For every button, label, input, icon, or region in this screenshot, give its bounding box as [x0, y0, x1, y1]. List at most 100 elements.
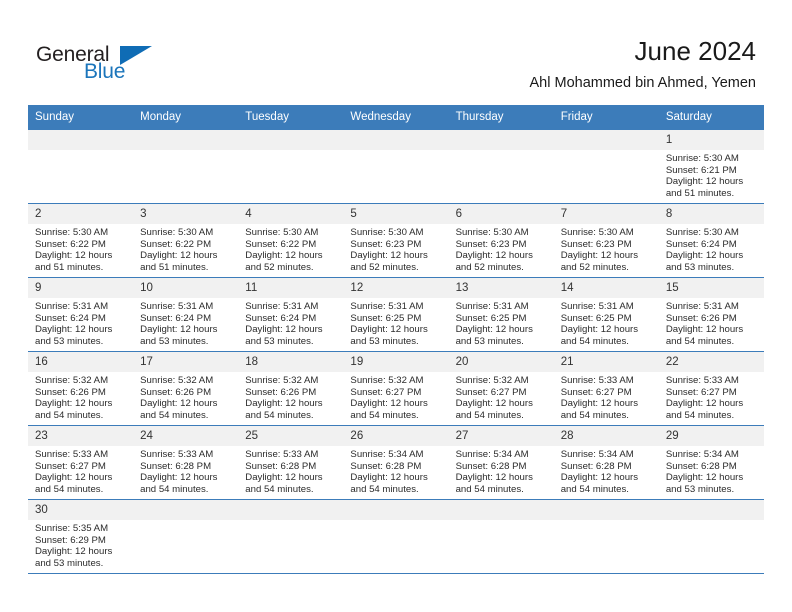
- calendar-day-cell[interactable]: 27 Sunrise: 5:34 AM Sunset: 6:28 PM Dayligh…: [448, 425, 554, 500]
- calendar-empty-cell: [448, 499, 554, 574]
- calendar-day-cell[interactable]: 13 Sunrise: 5:31 AM Sunset: 6:25 PM Dayligh…: [448, 277, 554, 352]
- calendar-day-cell[interactable]: 23 Sunrise: 5:33 AM Sunset: 6:27 PM Dayligh…: [28, 425, 134, 500]
- calendar-day-cell[interactable]: 21 Sunrise: 5:33 AM Sunset: 6:27 PM Dayligh…: [553, 351, 659, 426]
- daylight-text-line2: and 52 minutes.: [350, 261, 419, 273]
- day-astro-info: Sunrise: 5:31 AM Sunset: 6:25 PM Daylight:…: [343, 298, 448, 347]
- calendar-day-cell[interactable]: 14 Sunrise: 5:31 AM Sunset: 6:25 PM Dayligh…: [553, 277, 659, 352]
- sunrise-text: Sunrise: 5:30 AM: [140, 227, 214, 238]
- sunrise-text: Sunrise: 5:31 AM: [350, 301, 424, 312]
- daylight-text-line2: and 54 minutes.: [140, 483, 209, 495]
- sunrise-text: Sunrise: 5:33 AM: [245, 449, 319, 460]
- calendar-empty-cell: [448, 130, 554, 204]
- calendar-day-cell[interactable]: 5 Sunrise: 5:30 AM Sunset: 6:23 PM Daylight…: [343, 203, 449, 278]
- day-astro-info: Sunrise: 5:31 AM Sunset: 6:25 PM Daylight:…: [554, 298, 659, 347]
- daylight-text-line1: Daylight: 12 hours: [35, 546, 113, 558]
- calendar-day-cell[interactable]: 12 Sunrise: 5:31 AM Sunset: 6:25 PM Dayligh…: [343, 277, 449, 352]
- day-cell-content: 4 Sunrise: 5:30 AM Sunset: 6:22 PM Daylight…: [238, 204, 344, 277]
- daylight-text-line2: and 53 minutes.: [35, 557, 104, 569]
- calendar-empty-cell: [28, 130, 134, 204]
- day-number: 3: [133, 204, 239, 224]
- day-number: 18: [238, 352, 344, 372]
- day-number: [133, 130, 239, 150]
- day-astro-info: Sunrise: 5:34 AM Sunset: 6:28 PM Daylight:…: [554, 446, 659, 495]
- sunset-text: Sunset: 6:24 PM: [665, 238, 737, 250]
- day-cell-content: [658, 500, 764, 573]
- calendar-day-cell[interactable]: 11 Sunrise: 5:31 AM Sunset: 6:24 PM Dayligh…: [238, 277, 344, 352]
- daylight-text-line2: and 54 minutes.: [455, 409, 524, 421]
- sunset-text: Sunset: 6:25 PM: [455, 312, 527, 324]
- calendar-day-cell[interactable]: 25 Sunrise: 5:33 AM Sunset: 6:28 PM Dayligh…: [238, 425, 344, 500]
- calendar-day-cell[interactable]: 7 Sunrise: 5:30 AM Sunset: 6:23 PM Daylight…: [553, 203, 659, 278]
- sunrise-text: Sunrise: 5:30 AM: [560, 227, 634, 238]
- daylight-text-line1: Daylight: 12 hours: [665, 472, 744, 484]
- calendar-day-cell[interactable]: 20 Sunrise: 5:32 AM Sunset: 6:27 PM Dayligh…: [448, 351, 554, 426]
- daylight-text-line2: and 53 minutes.: [455, 335, 524, 347]
- calendar-week-row: 30 Sunrise: 5:35 AM Sunset: 6:29 PM Dayligh…: [28, 499, 764, 574]
- sunset-text: Sunset: 6:26 PM: [665, 312, 737, 324]
- sunset-text: Sunset: 6:23 PM: [560, 238, 632, 250]
- daylight-text-line2: and 51 minutes.: [140, 261, 209, 273]
- calendar-day-cell[interactable]: 4 Sunrise: 5:30 AM Sunset: 6:22 PM Daylight…: [238, 203, 344, 278]
- day-number: 2: [28, 204, 134, 224]
- calendar-day-cell[interactable]: 19 Sunrise: 5:32 AM Sunset: 6:27 PM Dayligh…: [343, 351, 449, 426]
- calendar-day-cell[interactable]: 18 Sunrise: 5:32 AM Sunset: 6:26 PM Dayligh…: [238, 351, 344, 426]
- daylight-text-line2: and 52 minutes.: [245, 261, 314, 273]
- calendar-empty-cell: [238, 499, 344, 574]
- calendar-day-cell[interactable]: 3 Sunrise: 5:30 AM Sunset: 6:22 PM Daylight…: [133, 203, 239, 278]
- calendar-day-cell[interactable]: 30 Sunrise: 5:35 AM Sunset: 6:29 PM Dayligh…: [28, 499, 134, 574]
- calendar-day-cell[interactable]: 17 Sunrise: 5:32 AM Sunset: 6:26 PM Dayligh…: [133, 351, 239, 426]
- daylight-text-line2: and 52 minutes.: [560, 261, 629, 273]
- day-number: 28: [553, 426, 659, 446]
- sunrise-text: Sunrise: 5:30 AM: [245, 227, 319, 238]
- sunrise-text: Sunrise: 5:32 AM: [350, 375, 424, 386]
- calendar-day-cell[interactable]: 24 Sunrise: 5:33 AM Sunset: 6:28 PM Dayligh…: [133, 425, 239, 500]
- daylight-text-line1: Daylight: 12 hours: [665, 398, 744, 410]
- day-cell-content: 14 Sunrise: 5:31 AM Sunset: 6:25 PM Dayligh…: [553, 278, 659, 351]
- sunrise-sunset-calendar: Sunday Monday Tuesday Wednesday Thursday…: [28, 105, 764, 574]
- calendar-empty-cell: [133, 130, 239, 204]
- day-number: 8: [658, 204, 764, 224]
- sunrise-text: Sunrise: 5:31 AM: [455, 301, 529, 312]
- calendar-body: 1 Sunrise: 5:30 AM Sunset: 6:21 PM Daylight…: [28, 130, 764, 574]
- calendar-day-cell[interactable]: 29 Sunrise: 5:34 AM Sunset: 6:28 PM Dayligh…: [658, 425, 764, 500]
- day-number: 9: [28, 278, 134, 298]
- calendar-day-cell[interactable]: 22 Sunrise: 5:33 AM Sunset: 6:27 PM Dayligh…: [658, 351, 764, 426]
- calendar-week-row: 9 Sunrise: 5:31 AM Sunset: 6:24 PM Daylight…: [28, 277, 764, 352]
- day-astro-info: Sunrise: 5:30 AM Sunset: 6:22 PM Daylight:…: [28, 224, 133, 273]
- calendar-day-cell[interactable]: 10 Sunrise: 5:31 AM Sunset: 6:24 PM Dayligh…: [133, 277, 239, 352]
- sunrise-text: Sunrise: 5:33 AM: [560, 375, 634, 386]
- day-cell-content: 15 Sunrise: 5:31 AM Sunset: 6:26 PM Dayligh…: [658, 278, 764, 351]
- day-number: [133, 500, 239, 520]
- daylight-text-line1: Daylight: 12 hours: [35, 472, 113, 484]
- calendar-day-cell[interactable]: 8 Sunrise: 5:30 AM Sunset: 6:24 PM Daylight…: [658, 203, 764, 278]
- sunrise-text: Sunrise: 5:34 AM: [560, 449, 634, 460]
- general-blue-logo[interactable]: General Blue: [36, 44, 156, 88]
- day-cell-content: 13 Sunrise: 5:31 AM Sunset: 6:25 PM Dayligh…: [448, 278, 554, 351]
- day-cell-content: [553, 500, 659, 573]
- sunrise-text: Sunrise: 5:31 AM: [665, 301, 739, 312]
- calendar-day-cell[interactable]: 26 Sunrise: 5:34 AM Sunset: 6:28 PM Dayligh…: [343, 425, 449, 500]
- sunset-text: Sunset: 6:24 PM: [245, 312, 317, 324]
- calendar-day-cell[interactable]: 15 Sunrise: 5:31 AM Sunset: 6:26 PM Dayligh…: [658, 277, 764, 352]
- day-number: 26: [343, 426, 449, 446]
- calendar-day-cell[interactable]: 16 Sunrise: 5:32 AM Sunset: 6:26 PM Dayligh…: [28, 351, 134, 426]
- sunset-text: Sunset: 6:28 PM: [455, 460, 527, 472]
- daylight-text-line1: Daylight: 12 hours: [245, 398, 323, 410]
- calendar-day-cell[interactable]: 1 Sunrise: 5:30 AM Sunset: 6:21 PM Daylight…: [658, 130, 764, 204]
- day-astro-info: Sunrise: 5:33 AM Sunset: 6:27 PM Daylight:…: [28, 446, 133, 495]
- calendar-day-cell[interactable]: 28 Sunrise: 5:34 AM Sunset: 6:28 PM Dayligh…: [553, 425, 659, 500]
- day-number: 22: [658, 352, 764, 372]
- calendar-day-cell[interactable]: 2 Sunrise: 5:30 AM Sunset: 6:22 PM Daylight…: [28, 203, 134, 278]
- day-number: 30: [28, 500, 134, 520]
- day-astro-info: Sunrise: 5:31 AM Sunset: 6:26 PM Daylight:…: [659, 298, 764, 347]
- sunrise-text: Sunrise: 5:30 AM: [35, 227, 109, 238]
- day-cell-content: 8 Sunrise: 5:30 AM Sunset: 6:24 PM Daylight…: [658, 204, 764, 277]
- day-cell-content: [238, 130, 344, 203]
- calendar-day-cell[interactable]: 6 Sunrise: 5:30 AM Sunset: 6:23 PM Daylight…: [448, 203, 554, 278]
- sunset-text: Sunset: 6:28 PM: [350, 460, 422, 472]
- day-cell-content: 7 Sunrise: 5:30 AM Sunset: 6:23 PM Daylight…: [553, 204, 659, 277]
- daylight-text-line2: and 54 minutes.: [245, 483, 314, 495]
- calendar-day-cell[interactable]: 9 Sunrise: 5:31 AM Sunset: 6:24 PM Daylight…: [28, 277, 134, 352]
- day-cell-content: 27 Sunrise: 5:34 AM Sunset: 6:28 PM Dayligh…: [448, 426, 554, 499]
- daylight-text-line1: Daylight: 12 hours: [665, 250, 744, 262]
